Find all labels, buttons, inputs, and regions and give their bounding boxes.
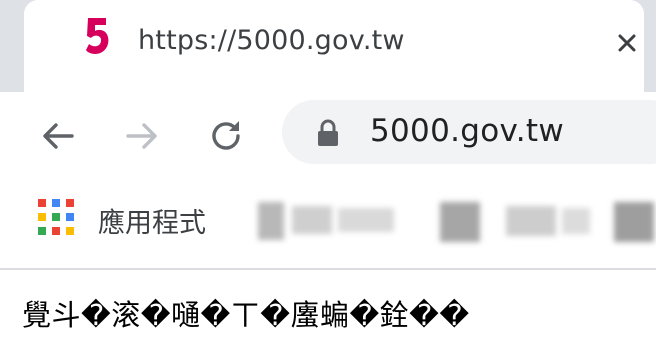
apps-bookmark-label[interactable]: 應用程式 <box>98 201 206 240</box>
toolbar: 5000.gov.tw <box>0 92 656 180</box>
lock-icon[interactable] <box>316 118 340 148</box>
bookmarks-bar: 應用程式 <box>0 180 656 270</box>
reload-icon[interactable] <box>206 116 246 156</box>
active-tab[interactable]: https://5000.gov.tw <box>24 0 644 92</box>
favicon-5-icon <box>86 18 109 54</box>
address-bar[interactable]: 5000.gov.tw <box>282 100 656 164</box>
apps-grid-icon[interactable] <box>38 199 74 235</box>
tab-strip: https://5000.gov.tw <box>0 0 656 92</box>
back-arrow-icon[interactable] <box>38 116 78 156</box>
blurred-bookmark-1[interactable] <box>252 198 402 246</box>
close-icon[interactable] <box>612 28 642 58</box>
blurred-bookmark-2[interactable] <box>436 198 596 246</box>
tab-title: https://5000.gov.tw <box>138 25 405 56</box>
url-text[interactable]: 5000.gov.tw <box>370 113 564 149</box>
blurred-bookmark-3[interactable] <box>610 198 656 246</box>
forward-arrow-icon[interactable] <box>122 116 162 156</box>
garbled-page-text: 覺斗�滚�嗵�ㄒ�螷蝙�銓�� <box>22 298 470 332</box>
